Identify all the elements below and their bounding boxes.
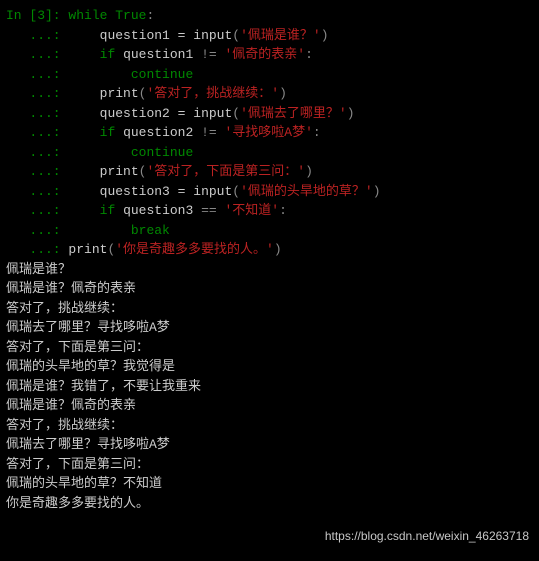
- rparen: ): [373, 184, 381, 199]
- code-line: ...: break: [6, 221, 533, 241]
- identifier: question3: [100, 184, 170, 199]
- cell-prompt: In [3]:: [6, 8, 68, 23]
- keyword-if: if: [100, 125, 116, 140]
- keyword-break: break: [131, 223, 170, 238]
- code-line: ...: continue: [6, 65, 533, 85]
- code-line: ...: question3 = input('佩瑞的头旱地的草？'): [6, 182, 533, 202]
- cont-prompt: ...:: [6, 242, 68, 257]
- rparen: ): [321, 28, 329, 43]
- eq-op: ==: [193, 203, 224, 218]
- rparen: ): [274, 242, 282, 257]
- ipython-cell: In [3]: while True: ...: question1 = inp…: [6, 6, 533, 513]
- identifier: question2: [123, 125, 193, 140]
- string-literal: '不知道': [225, 203, 280, 218]
- colon: :: [313, 125, 321, 140]
- colon: :: [305, 47, 313, 62]
- assign-op: =: [170, 184, 193, 199]
- keyword-if: if: [100, 47, 116, 62]
- watermark-text: https://blog.csdn.net/weixin_46263718: [325, 527, 529, 545]
- keyword-while: while: [68, 8, 107, 23]
- colon: :: [146, 8, 154, 23]
- code-line: ...: print('答对了，挑战继续：'): [6, 84, 533, 104]
- lparen: (: [232, 184, 240, 199]
- input-fn: input: [193, 184, 232, 199]
- output-line: 佩瑞是谁？: [6, 260, 533, 280]
- output-line: 佩瑞的头旱地的草？我觉得是: [6, 357, 533, 377]
- output-line: 你是奇趣多多要找的人。: [6, 494, 533, 514]
- lparen: (: [232, 28, 240, 43]
- output-line: 答对了，下面是第三问：: [6, 338, 533, 358]
- string-literal: '佩瑞去了哪里？': [240, 106, 347, 121]
- print-fn: print: [68, 242, 107, 257]
- output-line: 佩瑞去了哪里？寻找哆啦A梦: [6, 318, 533, 338]
- input-fn: input: [193, 28, 232, 43]
- cont-prompt: ...:: [6, 47, 68, 62]
- identifier: question1: [123, 47, 193, 62]
- code-line: ...: question2 = input('佩瑞去了哪里？'): [6, 104, 533, 124]
- output-line: 佩瑞是谁？佩奇的表亲: [6, 396, 533, 416]
- string-literal: '佩奇的表亲': [225, 47, 306, 62]
- code-line: ...: print('你是奇趣多多要找的人。'): [6, 240, 533, 260]
- identifier: question1: [100, 28, 170, 43]
- keyword-if: if: [100, 203, 116, 218]
- string-literal: '答对了，下面是第三问：': [146, 164, 305, 179]
- code-line: ...: if question2 != '寻找哆啦A梦':: [6, 123, 533, 143]
- code-line: ...: if question1 != '佩奇的表亲':: [6, 45, 533, 65]
- rparen: ): [347, 106, 355, 121]
- code-line: In [3]: while True:: [6, 6, 533, 26]
- cont-prompt: ...:: [6, 184, 68, 199]
- cont-prompt: ...:: [6, 164, 68, 179]
- cont-prompt: ...:: [6, 28, 68, 43]
- output-line: 佩瑞是谁？我错了，不要让我重来: [6, 377, 533, 397]
- ne-op: !=: [193, 47, 224, 62]
- identifier: question2: [100, 106, 170, 121]
- cont-prompt: ...:: [6, 223, 68, 238]
- code-line: ...: question1 = input('佩瑞是谁？'): [6, 26, 533, 46]
- cont-prompt: ...:: [6, 106, 68, 121]
- string-literal: '佩瑞的头旱地的草？': [240, 184, 373, 199]
- cont-prompt: ...:: [6, 86, 68, 101]
- code-line: ...: continue: [6, 143, 533, 163]
- string-literal: '佩瑞是谁？': [240, 28, 321, 43]
- print-fn: print: [100, 164, 139, 179]
- code-line: ...: if question3 == '不知道':: [6, 201, 533, 221]
- constant-true: True: [115, 8, 146, 23]
- assign-op: =: [170, 28, 193, 43]
- input-fn: input: [193, 106, 232, 121]
- identifier: question3: [123, 203, 193, 218]
- colon: :: [279, 203, 287, 218]
- output-line: 佩瑞去了哪里？寻找哆啦A梦: [6, 435, 533, 455]
- string-literal: '你是奇趣多多要找的人。': [115, 242, 274, 257]
- string-literal: '答对了，挑战继续：': [146, 86, 279, 101]
- lparen: (: [232, 106, 240, 121]
- output-line: 佩瑞是谁？佩奇的表亲: [6, 279, 533, 299]
- output-line: 答对了，下面是第三问：: [6, 455, 533, 475]
- keyword-continue: continue: [131, 67, 193, 82]
- print-fn: print: [100, 86, 139, 101]
- cont-prompt: ...:: [6, 67, 68, 82]
- rparen: ): [305, 164, 313, 179]
- rparen: ): [279, 86, 287, 101]
- output-line: 佩瑞的头旱地的草？不知道: [6, 474, 533, 494]
- output-line: 答对了，挑战继续：: [6, 299, 533, 319]
- ne-op: !=: [193, 125, 224, 140]
- assign-op: =: [170, 106, 193, 121]
- cont-prompt: ...:: [6, 125, 68, 140]
- cont-prompt: ...:: [6, 145, 68, 160]
- keyword-continue: continue: [131, 145, 193, 160]
- cont-prompt: ...:: [6, 203, 68, 218]
- output-line: 答对了，挑战继续：: [6, 416, 533, 436]
- code-line: ...: print('答对了，下面是第三问：'): [6, 162, 533, 182]
- string-literal: '寻找哆啦A梦': [225, 125, 313, 140]
